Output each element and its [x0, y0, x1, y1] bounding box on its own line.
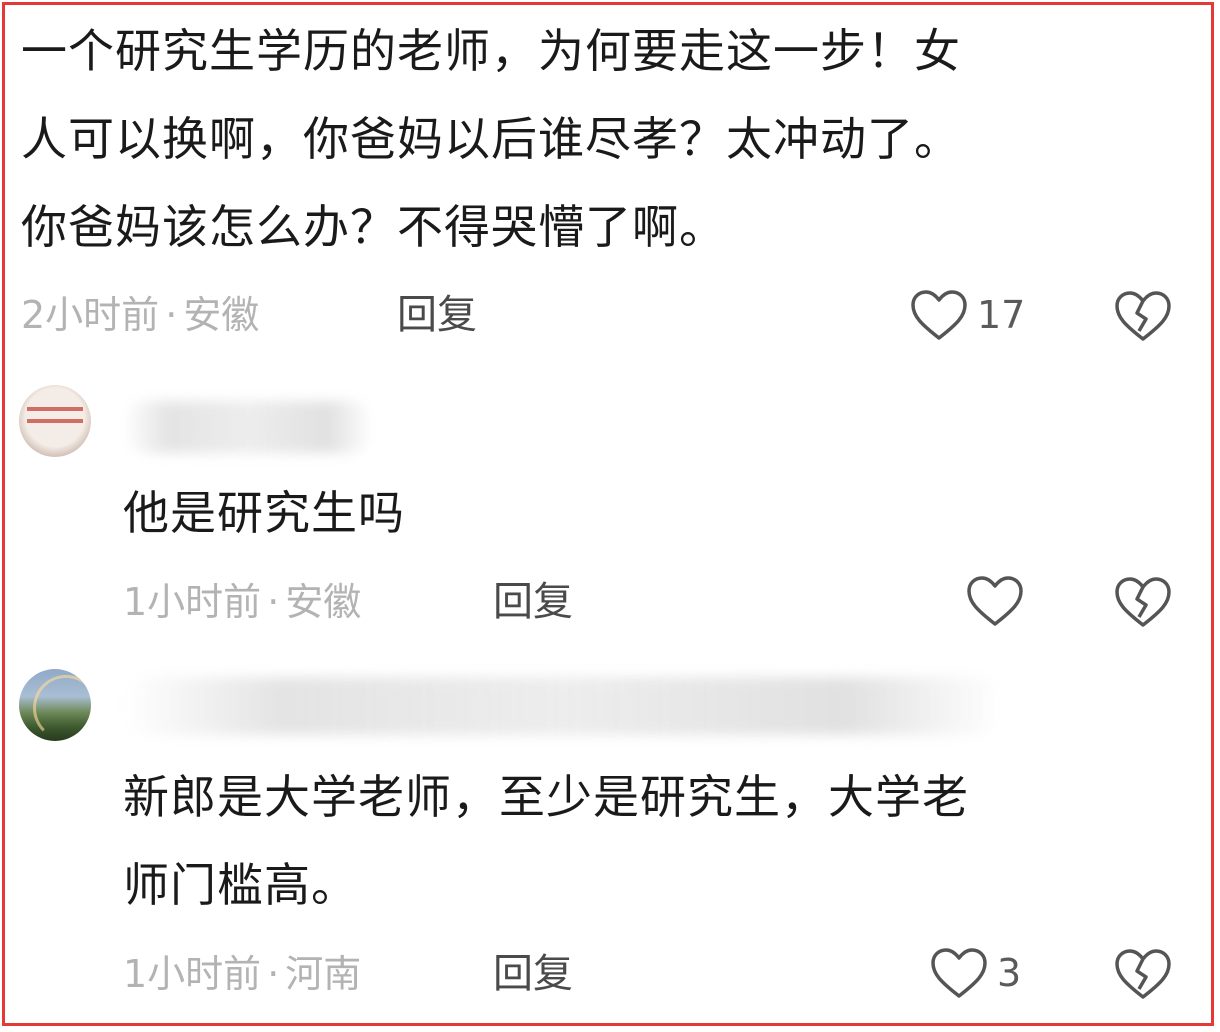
like-button[interactable] [965, 571, 1025, 631]
heart-outline-icon [911, 290, 967, 340]
avatar[interactable] [19, 669, 91, 741]
like-count: 17 [977, 293, 1026, 337]
comment-text-line: 你爸妈该怎么办？不得哭懵了啊。 [21, 200, 726, 254]
comment-location: 安徽 [285, 580, 362, 624]
comment-time: 1小时前 [123, 952, 262, 996]
comment-time: 2小时前 [21, 293, 160, 337]
comment-panel: 一个研究生学历的老师，为何要走这一步！女 人可以换啊，你爸妈以后谁尽孝？太冲动了… [2, 2, 1214, 1026]
username-blurred [123, 677, 1003, 735]
avatar[interactable] [19, 385, 91, 457]
comment-location: 安徽 [183, 293, 260, 337]
comment-meta: 1小时前 · 安徽 [123, 577, 361, 627]
broken-heart-icon[interactable] [1113, 575, 1173, 629]
comment-text-line: 师门槛高。 [123, 858, 358, 912]
comment-text-line: 一个研究生学历的老师，为何要走这一步！女 [21, 24, 961, 78]
like-button[interactable]: 17 [909, 285, 1025, 345]
reply-button[interactable]: 回复 [493, 577, 573, 627]
heart-outline-icon [967, 576, 1023, 626]
reply-button[interactable]: 回复 [493, 949, 573, 999]
meta-separator: · [267, 952, 280, 996]
like-count: 3 [997, 951, 1022, 995]
comment-text-line: 他是研究生吗 [123, 486, 405, 540]
comment-text-line: 人可以换啊，你爸妈以后谁尽孝？太冲动了。 [21, 112, 961, 166]
broken-heart-icon[interactable] [1113, 289, 1173, 343]
like-button[interactable]: 3 [929, 943, 1021, 1003]
comment-text-line: 新郎是大学老师，至少是研究生，大学老 [123, 770, 969, 824]
meta-separator: · [165, 293, 178, 337]
heart-outline-icon [931, 948, 987, 998]
comment-location: 河南 [285, 952, 362, 996]
broken-heart-icon[interactable] [1113, 947, 1173, 1001]
reply-button[interactable]: 回复 [397, 290, 477, 340]
comment-meta: 2小时前 · 安徽 [21, 290, 259, 340]
username-blurred [123, 401, 373, 453]
comment-time: 1小时前 [123, 580, 262, 624]
comment-meta: 1小时前 · 河南 [123, 949, 361, 999]
meta-separator: · [267, 580, 280, 624]
